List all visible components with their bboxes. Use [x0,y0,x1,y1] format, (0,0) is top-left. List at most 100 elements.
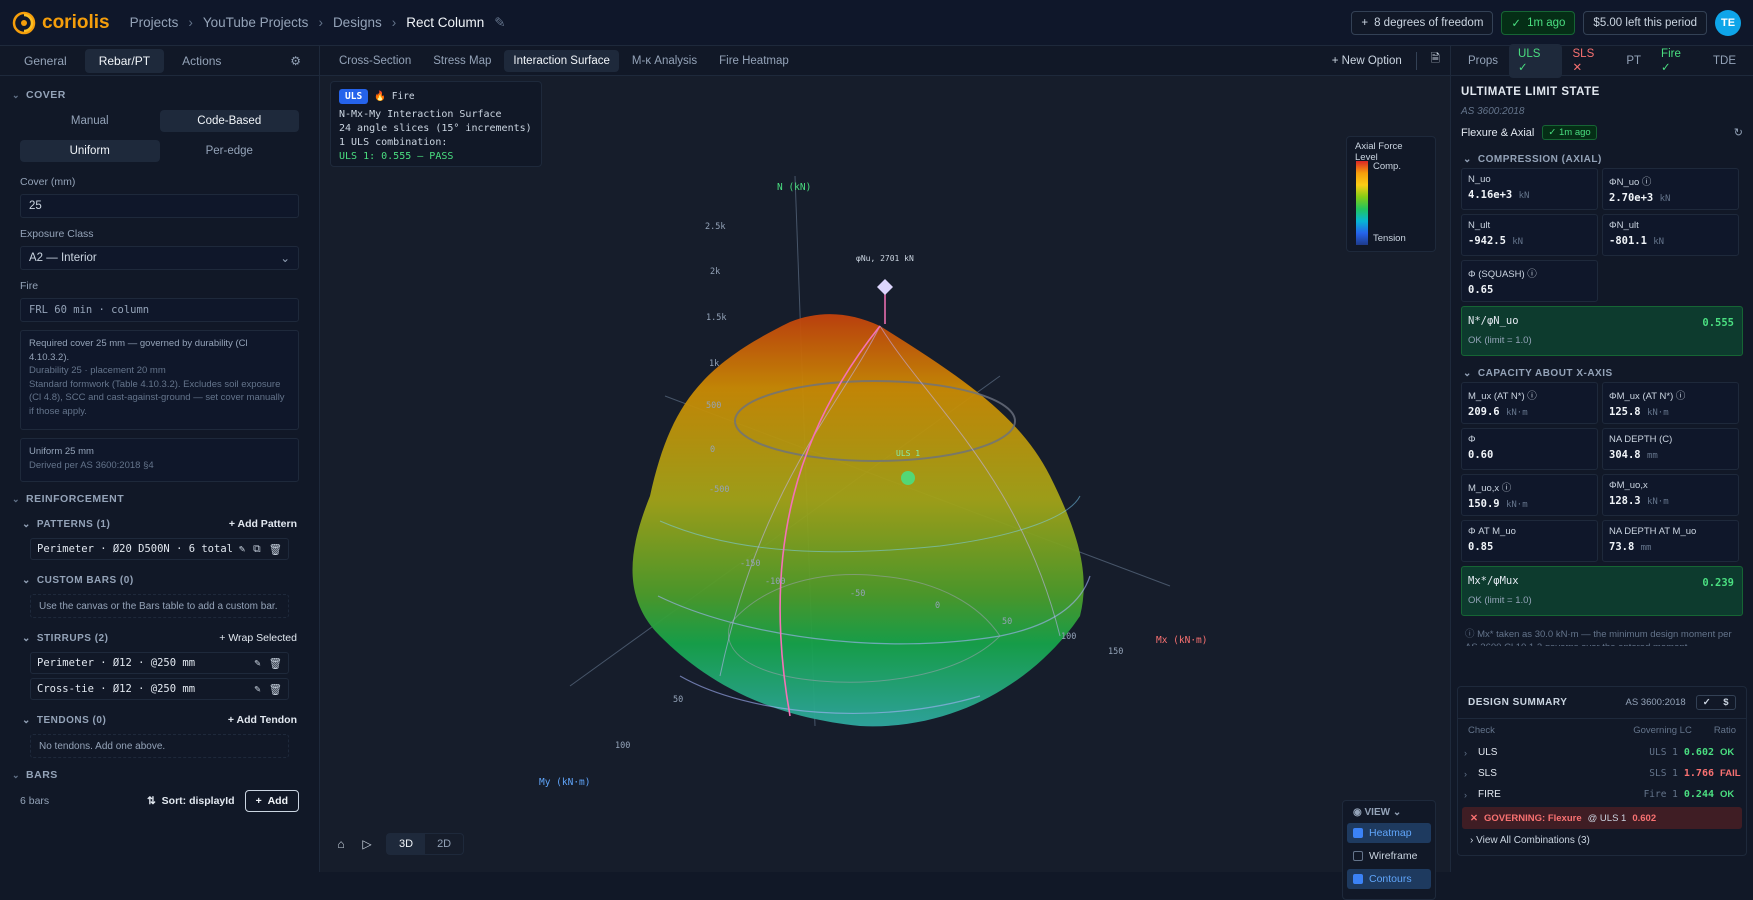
metric-cell: NA DEPTH AT M_uo 73.8 mm [1602,520,1739,562]
view-2d-button[interactable]: 2D [425,834,463,854]
tab-sls[interactable]: SLS ✕ [1564,44,1616,78]
crumb-projects[interactable]: Projects [130,15,179,30]
interaction-surface-canvas[interactable]: 2.5k2k1.5k1k5000-500-150-100-50050100150… [320,76,1450,872]
trash-icon[interactable]: 🗑 [269,683,282,696]
add-tendon-button[interactable]: + Add Tendon [228,714,297,726]
dof-badge[interactable]: +8 degrees of freedom [1351,10,1494,35]
summary-row[interactable]: › ULS ULS 1 0.602 OK [1458,742,1746,763]
trash-icon[interactable]: 🗑 [269,543,282,556]
chevron-down-icon[interactable]: ⌄ [1463,154,1472,165]
tab-interaction-surface[interactable]: Interaction Surface [504,49,619,72]
metric-cell: N_ult -942.5 kN [1461,214,1598,256]
copy-icon[interactable]: ⧉ [253,543,261,556]
tab-stress-map[interactable]: Stress Map [424,50,500,72]
tab-props[interactable]: Props [1459,51,1507,71]
metric-cell: ΦN_uo ⓘ 2.70e+3 kN [1602,168,1739,210]
edit-icon[interactable]: ✎ [254,683,260,696]
summary-ratio: 0.602 [1683,747,1714,758]
metric-label: NA DEPTH AT M_uo [1609,526,1697,537]
summary-row[interactable]: › SLS SLS 1 1.766 FAIL [1458,763,1746,784]
report-icon[interactable]: 🗎 [1431,51,1440,70]
chevron-down-icon[interactable]: ⌄ [1463,368,1472,379]
edit-icon[interactable]: ✎ [254,657,260,670]
manual-button[interactable]: Manual [20,110,160,132]
stirrup-row[interactable]: Cross-tie · Ø12 · @250 mm ✎ 🗑 [30,678,289,700]
tab-fire[interactable]: Fire ✓ [1652,44,1702,78]
code-based-button[interactable]: Code-Based [159,110,299,132]
wrap-selected-button[interactable]: + Wrap Selected [219,632,297,644]
edit-icon[interactable]: ✎ [239,543,245,556]
home-icon[interactable]: ⌂ [330,833,352,855]
chevron-down-icon[interactable]: ⌄ [12,494,20,505]
metric-cell: M_uo,x ⓘ 150.9 kN·m [1461,474,1598,516]
stirrup-row[interactable]: Perimeter · Ø12 · @250 mm ✎ 🗑 [30,652,289,674]
sort-button[interactable]: ⇅ Sort: displayId [147,795,235,807]
crumb-youtube-projects[interactable]: YouTube Projects [203,15,309,30]
metric-label: ΦN_uo ⓘ [1609,177,1652,188]
fire-input[interactable]: FRL 60 min · column [20,298,299,322]
view-all-combinations[interactable]: › View All Combinations (3) [1458,829,1746,852]
per-edge-button[interactable]: Per-edge [160,140,300,162]
metric-value: 125.8 kN·m [1609,406,1669,418]
metric-value: 2.70e+3 kN [1609,192,1671,204]
chevron-down-icon[interactable]: ⌄ [12,90,20,101]
play-icon[interactable]: ▷ [356,833,378,855]
add-bar-button[interactable]: + Add [244,790,299,812]
metric-value: 73.8 mm [1609,541,1652,553]
uls-badge[interactable]: ULS [339,89,369,104]
metric-value: 304.8 mm [1609,449,1658,461]
dollar-icon[interactable]: $ [1717,696,1735,709]
legend-tension: Tension [1373,233,1406,244]
refresh-icon[interactable]: ↻ [1734,126,1743,139]
avatar[interactable]: TE [1715,9,1741,36]
chevron-down-icon[interactable]: ⌄ [22,633,31,644]
rename-pencil-icon[interactable]: ✎ [494,15,505,31]
wireframe-checkbox[interactable]: Wireframe [1347,846,1431,866]
cover-input[interactable]: 25 [20,194,299,218]
tab-fire-heatmap[interactable]: Fire Heatmap [710,50,798,72]
tab-uls[interactable]: ULS ✓ [1509,43,1562,78]
chevron-down-icon[interactable]: ⌄ [22,575,31,586]
close-icon: ✕ [1470,812,1478,824]
chevron-down-icon[interactable]: ⌄ [22,715,31,726]
new-option-button[interactable]: + New Option [1332,55,1402,67]
tab-general[interactable]: General [10,49,81,73]
saved-status: ✓ 1m ago [1501,10,1576,35]
credit-badge[interactable]: $5.00 left this period [1583,10,1707,35]
bars-count: 6 bars [20,795,50,807]
add-pattern-button[interactable]: + Add Pattern [229,518,297,530]
tab-m-kappa[interactable]: M-κ Analysis [623,50,706,72]
n-axis-label: N (kN) [777,182,811,193]
peak-marker[interactable] [877,279,893,295]
metric-value: 0.60 [1468,449,1494,461]
tab-cross-section[interactable]: Cross-Section [330,50,420,72]
trash-icon[interactable]: 🗑 [269,657,282,670]
pattern-row[interactable]: Perimeter · Ø20 D500N · 6 total ✎ ⧉ 🗑 [30,538,289,560]
n-tick-label: 2k [710,267,720,277]
summary-lc: ULS 1 [1649,747,1678,758]
heatmap-checkbox[interactable]: Heatmap [1347,823,1431,843]
uniform-button[interactable]: Uniform [20,140,160,162]
exposure-select[interactable]: A2 — Interior ⌄ [20,246,299,270]
uls-point-marker[interactable] [901,471,915,485]
tab-rebar-pt[interactable]: Rebar/PT [84,48,165,73]
contours-checkbox[interactable]: Contours [1347,869,1431,889]
crumb-designs[interactable]: Designs [333,15,382,30]
tab-tde[interactable]: TDE [1704,51,1745,71]
check-icon[interactable]: ✓ [1697,696,1717,709]
design-summary: DESIGN SUMMARY AS 3600:2018 ✓ $ Check Govern… [1457,686,1747,856]
summary-row[interactable]: › FIRE Fire 1 0.244 OK [1458,784,1746,805]
summary-ratio: 1.766 [1683,768,1714,779]
gear-icon[interactable]: ⚙ [282,49,309,73]
mx-tick-label: -50 [850,589,865,599]
tab-pt[interactable]: PT [1617,51,1650,71]
fire-toggle[interactable]: 🔥 Fire [374,91,414,102]
chevron-down-icon[interactable]: ⌄ [12,770,20,781]
app-logo[interactable]: coriolis [12,11,110,35]
summary-title: DESIGN SUMMARY [1468,697,1568,708]
view-3d-button[interactable]: 3D [387,834,426,854]
chevron-down-icon[interactable]: ⌄ [22,519,31,530]
tab-actions[interactable]: Actions [168,49,235,73]
metric-cell: Φ 0.60 [1461,428,1598,470]
view-toggle[interactable]: ◉ VIEW ⌄ [1347,805,1431,820]
